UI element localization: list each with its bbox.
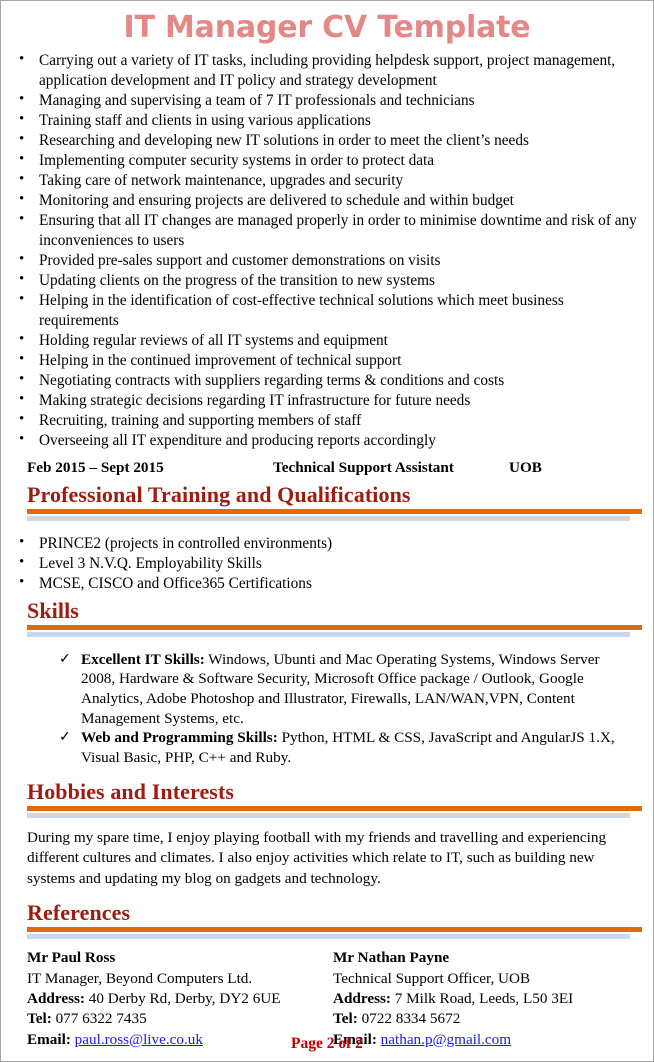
job-title: Technical Support Assistant xyxy=(273,458,454,476)
tel-value: 077 6322 7435 xyxy=(51,1010,147,1028)
reference-name: Mr Nathan Payne xyxy=(333,949,450,967)
divider-orange-bar xyxy=(27,927,642,933)
list-item: Recruiting, training and supporting memb… xyxy=(13,410,641,431)
address-value: 40 Derby Rd, Derby, DY2 6UE xyxy=(84,989,281,1007)
address-label: Address: xyxy=(333,989,391,1007)
page-content: IT Manager CV Template Carrying out a va… xyxy=(1,1,653,1061)
divider-blue-bar xyxy=(27,515,630,521)
section-heading-skills: Skills xyxy=(27,597,79,623)
list-item: Helping in the identification of cost-ef… xyxy=(13,290,641,330)
list-item: Negotiating contracts with suppliers reg… xyxy=(13,370,641,391)
list-item: Excellent IT Skills: Windows, Ubunti and… xyxy=(57,650,635,729)
job-organisation: UOB xyxy=(509,458,542,476)
divider-blue-bar xyxy=(27,631,630,637)
list-item: Provided pre-sales support and customer … xyxy=(13,250,641,271)
page-title: IT Manager CV Template xyxy=(123,10,531,45)
list-item: Ensuring that all IT changes are managed… xyxy=(13,210,641,250)
list-item: Implementing computer security systems i… xyxy=(13,150,641,171)
duties-list: Carrying out a variety of IT tasks, incl… xyxy=(13,50,641,451)
list-item: Monitoring and ensuring projects are del… xyxy=(13,190,641,211)
skill-label: Web and Programming Skills: xyxy=(81,729,278,747)
section-heading-training: Professional Training and Qualifications xyxy=(27,481,411,507)
reference-address: Address: 40 Derby Rd, Derby, DY2 6UE xyxy=(27,989,333,1009)
hobbies-paragraph: During my spare time, I enjoy playing fo… xyxy=(27,828,607,887)
section-divider xyxy=(27,508,642,521)
section-divider xyxy=(27,624,642,637)
reference-tel: Tel: 0722 8334 5672 xyxy=(333,1009,639,1029)
divider-orange-bar xyxy=(27,624,642,630)
section-divider xyxy=(27,927,642,940)
skill-label: Excellent IT Skills: xyxy=(81,650,205,668)
reference-tel: Tel: 077 6322 7435 xyxy=(27,1009,333,1029)
list-item: Managing and supervising a team of 7 IT … xyxy=(13,90,641,111)
cv-page: IT Manager CV Template Carrying out a va… xyxy=(0,0,654,1062)
list-item: Level 3 N.V.Q. Employability Skills xyxy=(13,553,641,574)
job-entry-row: Feb 2015 – Sept 2015 Technical Support A… xyxy=(13,458,641,478)
tel-value: 0722 8334 5672 xyxy=(357,1010,461,1028)
list-item: Web and Programming Skills: Python, HTML… xyxy=(57,728,635,767)
list-item: Researching and developing new IT soluti… xyxy=(13,130,641,151)
tel-label: Tel: xyxy=(333,1010,358,1028)
reference-name: Mr Paul Ross xyxy=(27,949,116,967)
divider-orange-bar xyxy=(27,508,642,514)
reference-role: IT Manager, Beyond Computers Ltd. xyxy=(27,969,253,987)
section-heading-hobbies: Hobbies and Interests xyxy=(27,778,235,804)
section-heading-references: References xyxy=(27,900,131,926)
list-item: Training staff and clients in using vari… xyxy=(13,110,641,131)
list-item: Carrying out a variety of IT tasks, incl… xyxy=(13,50,641,90)
tel-label: Tel: xyxy=(27,1010,52,1028)
address-value: 7 Milk Road, Leeds, L50 3EI xyxy=(390,989,574,1007)
address-label: Address: xyxy=(27,989,85,1007)
list-item: Helping in the continued improvement of … xyxy=(13,350,641,371)
page-footer: Page 2 of 2 xyxy=(291,1035,363,1052)
qualifications-list: PRINCE2 (projects in controlled environm… xyxy=(13,533,641,594)
list-item: MCSE, CISCO and Office365 Certifications xyxy=(13,573,641,594)
list-item: PRINCE2 (projects in controlled environm… xyxy=(13,533,641,554)
section-divider xyxy=(27,805,642,818)
list-item: Taking care of network maintenance, upgr… xyxy=(13,170,641,191)
divider-blue-bar xyxy=(27,812,630,818)
list-item: Updating clients on the progress of the … xyxy=(13,270,641,291)
reference-address: Address: 7 Milk Road, Leeds, L50 3EI xyxy=(333,989,639,1009)
skills-list: Excellent IT Skills: Windows, Ubunti and… xyxy=(57,650,635,768)
divider-blue-bar xyxy=(27,934,630,940)
list-item: Overseeing all IT expenditure and produc… xyxy=(13,430,641,451)
reference-role: Technical Support Officer, UOB xyxy=(333,969,531,987)
job-dates: Feb 2015 – Sept 2015 xyxy=(27,458,164,476)
list-item: Holding regular reviews of all IT system… xyxy=(13,330,641,351)
list-item: Making strategic decisions regarding IT … xyxy=(13,390,641,411)
divider-orange-bar xyxy=(27,805,642,811)
